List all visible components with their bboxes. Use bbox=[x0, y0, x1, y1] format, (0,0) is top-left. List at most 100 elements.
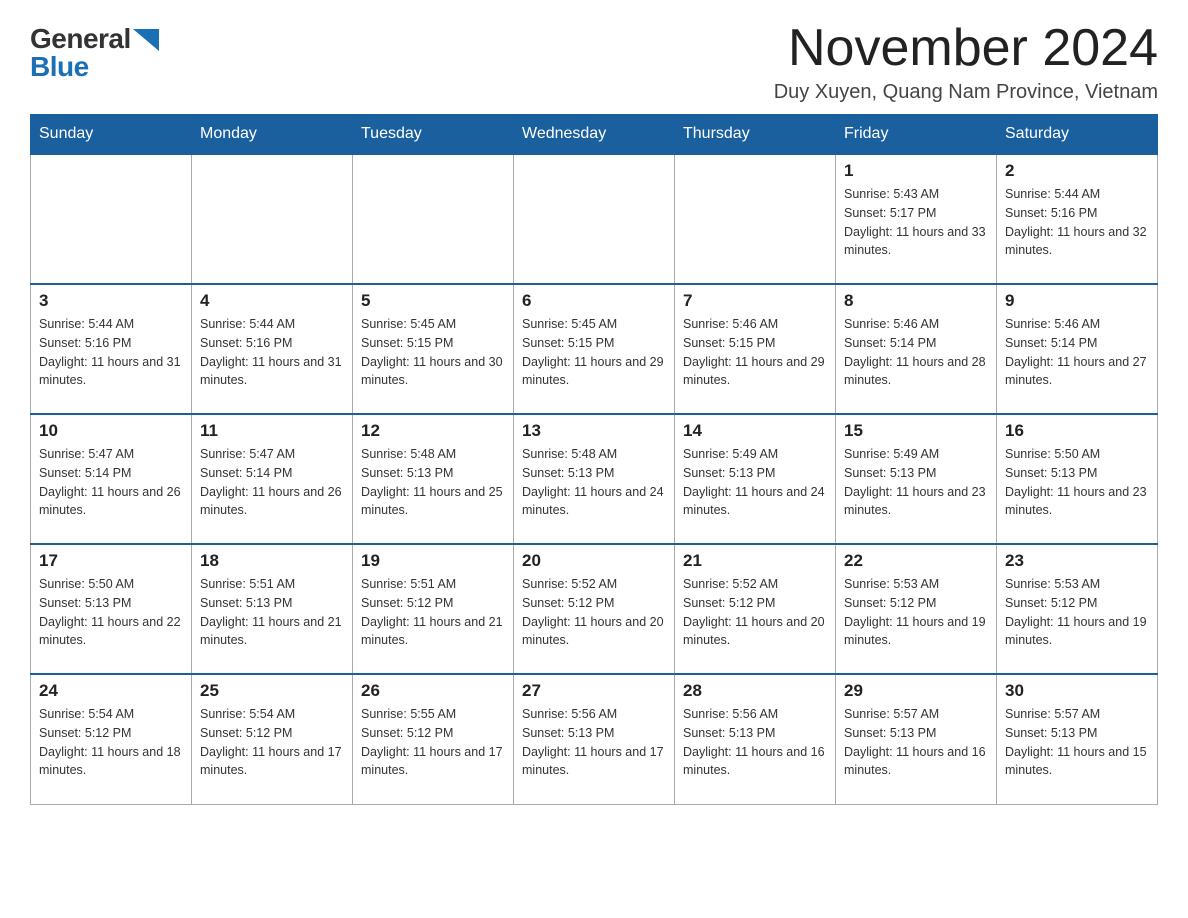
day-number: 1 bbox=[844, 161, 988, 181]
calendar-cell: 14 Sunrise: 5:49 AMSunset: 5:13 PMDayligh… bbox=[675, 414, 836, 544]
day-number: 6 bbox=[522, 291, 666, 311]
calendar-week-row: 24 Sunrise: 5:54 AMSunset: 5:12 PMDayligh… bbox=[31, 674, 1158, 804]
day-number: 23 bbox=[1005, 551, 1149, 571]
weekday-header-thursday: Thursday bbox=[675, 115, 836, 155]
day-info: Sunrise: 5:51 AMSunset: 5:13 PMDaylight:… bbox=[200, 575, 344, 650]
calendar-cell: 16 Sunrise: 5:50 AMSunset: 5:13 PMDayligh… bbox=[997, 414, 1158, 544]
calendar-cell: 27 Sunrise: 5:56 AMSunset: 5:13 PMDayligh… bbox=[514, 674, 675, 804]
calendar-cell: 8 Sunrise: 5:46 AMSunset: 5:14 PMDaylight… bbox=[836, 284, 997, 414]
day-info: Sunrise: 5:57 AMSunset: 5:13 PMDaylight:… bbox=[844, 705, 988, 780]
day-info: Sunrise: 5:55 AMSunset: 5:12 PMDaylight:… bbox=[361, 705, 505, 780]
calendar-table: SundayMondayTuesdayWednesdayThursdayFrid… bbox=[30, 114, 1158, 805]
location-text: Duy Xuyen, Quang Nam Province, Vietnam bbox=[774, 81, 1158, 104]
day-number: 20 bbox=[522, 551, 666, 571]
logo-general-text: General bbox=[30, 25, 131, 53]
day-info: Sunrise: 5:52 AMSunset: 5:12 PMDaylight:… bbox=[522, 575, 666, 650]
logo-flag-icon bbox=[133, 29, 159, 51]
day-info: Sunrise: 5:57 AMSunset: 5:13 PMDaylight:… bbox=[1005, 705, 1149, 780]
logo: General Blue bbox=[30, 20, 159, 81]
day-number: 21 bbox=[683, 551, 827, 571]
day-info: Sunrise: 5:44 AMSunset: 5:16 PMDaylight:… bbox=[1005, 185, 1149, 260]
day-number: 26 bbox=[361, 681, 505, 701]
day-number: 8 bbox=[844, 291, 988, 311]
day-number: 3 bbox=[39, 291, 183, 311]
calendar-cell: 4Sunrise: 5:44 AMSunset: 5:16 PMDaylight… bbox=[192, 284, 353, 414]
day-info: Sunrise: 5:53 AMSunset: 5:12 PMDaylight:… bbox=[1005, 575, 1149, 650]
day-number: 12 bbox=[361, 421, 505, 441]
day-info: Sunrise: 5:49 AMSunset: 5:13 PMDaylight:… bbox=[683, 445, 827, 520]
day-info: Sunrise: 5:46 AMSunset: 5:14 PMDaylight:… bbox=[1005, 315, 1149, 390]
month-title: November 2024 bbox=[774, 20, 1158, 77]
day-info: Sunrise: 5:47 AMSunset: 5:14 PMDaylight:… bbox=[200, 445, 344, 520]
weekday-header-sunday: Sunday bbox=[31, 115, 192, 155]
calendar-cell: 26 Sunrise: 5:55 AMSunset: 5:12 PMDayligh… bbox=[353, 674, 514, 804]
day-info: Sunrise: 5:46 AMSunset: 5:15 PMDaylight:… bbox=[683, 315, 827, 390]
day-number: 14 bbox=[683, 421, 827, 441]
day-info: Sunrise: 5:54 AMSunset: 5:12 PMDaylight:… bbox=[200, 705, 344, 780]
calendar-cell bbox=[675, 154, 836, 284]
calendar-cell: 21 Sunrise: 5:52 AMSunset: 5:12 PMDayligh… bbox=[675, 544, 836, 674]
calendar-cell: 11Sunrise: 5:47 AMSunset: 5:14 PMDayligh… bbox=[192, 414, 353, 544]
calendar-header-row: SundayMondayTuesdayWednesdayThursdayFrid… bbox=[31, 115, 1158, 155]
calendar-cell bbox=[192, 154, 353, 284]
day-number: 18 bbox=[200, 551, 344, 571]
day-info: Sunrise: 5:44 AMSunset: 5:16 PMDaylight:… bbox=[39, 315, 183, 390]
calendar-week-row: 10 Sunrise: 5:47 AMSunset: 5:14 PMDayligh… bbox=[31, 414, 1158, 544]
calendar-cell: 19 Sunrise: 5:51 AMSunset: 5:12 PMDayligh… bbox=[353, 544, 514, 674]
day-number: 30 bbox=[1005, 681, 1149, 701]
calendar-cell bbox=[514, 154, 675, 284]
day-number: 29 bbox=[844, 681, 988, 701]
calendar-cell: 20 Sunrise: 5:52 AMSunset: 5:12 PMDayligh… bbox=[514, 544, 675, 674]
day-info: Sunrise: 5:48 AMSunset: 5:13 PMDaylight:… bbox=[361, 445, 505, 520]
calendar-cell: 23 Sunrise: 5:53 AMSunset: 5:12 PMDayligh… bbox=[997, 544, 1158, 674]
calendar-cell: 1 Sunrise: 5:43 AMSunset: 5:17 PMDaylight… bbox=[836, 154, 997, 284]
day-info: Sunrise: 5:53 AMSunset: 5:12 PMDaylight:… bbox=[844, 575, 988, 650]
day-info: Sunrise: 5:45 AMSunset: 5:15 PMDaylight:… bbox=[522, 315, 666, 390]
calendar-cell: 3 Sunrise: 5:44 AMSunset: 5:16 PMDaylight… bbox=[31, 284, 192, 414]
day-info: Sunrise: 5:56 AMSunset: 5:13 PMDaylight:… bbox=[522, 705, 666, 780]
day-number: 27 bbox=[522, 681, 666, 701]
weekday-header-tuesday: Tuesday bbox=[353, 115, 514, 155]
calendar-cell: 28 Sunrise: 5:56 AMSunset: 5:13 PMDayligh… bbox=[675, 674, 836, 804]
day-number: 15 bbox=[844, 421, 988, 441]
calendar-cell: 18 Sunrise: 5:51 AMSunset: 5:13 PMDayligh… bbox=[192, 544, 353, 674]
day-number: 13 bbox=[522, 421, 666, 441]
weekday-header-saturday: Saturday bbox=[997, 115, 1158, 155]
calendar-cell bbox=[353, 154, 514, 284]
day-info: Sunrise: 5:46 AMSunset: 5:14 PMDaylight:… bbox=[844, 315, 988, 390]
calendar-cell: 5 Sunrise: 5:45 AMSunset: 5:15 PMDaylight… bbox=[353, 284, 514, 414]
day-number: 22 bbox=[844, 551, 988, 571]
calendar-cell: 6 Sunrise: 5:45 AMSunset: 5:15 PMDaylight… bbox=[514, 284, 675, 414]
day-info: Sunrise: 5:51 AMSunset: 5:12 PMDaylight:… bbox=[361, 575, 505, 650]
calendar-cell: 17 Sunrise: 5:50 AMSunset: 5:13 PMDayligh… bbox=[31, 544, 192, 674]
day-number: 16 bbox=[1005, 421, 1149, 441]
calendar-cell: 7 Sunrise: 5:46 AMSunset: 5:15 PMDaylight… bbox=[675, 284, 836, 414]
weekday-header-monday: Monday bbox=[192, 115, 353, 155]
weekday-header-friday: Friday bbox=[836, 115, 997, 155]
day-number: 24 bbox=[39, 681, 183, 701]
calendar-cell: 30 Sunrise: 5:57 AMSunset: 5:13 PMDayligh… bbox=[997, 674, 1158, 804]
day-number: 28 bbox=[683, 681, 827, 701]
day-info: Sunrise: 5:49 AMSunset: 5:13 PMDaylight:… bbox=[844, 445, 988, 520]
title-section: November 2024 Duy Xuyen, Quang Nam Provi… bbox=[774, 20, 1158, 104]
day-info: Sunrise: 5:45 AMSunset: 5:15 PMDaylight:… bbox=[361, 315, 505, 390]
day-info: Sunrise: 5:43 AMSunset: 5:17 PMDaylight:… bbox=[844, 185, 988, 260]
weekday-header-wednesday: Wednesday bbox=[514, 115, 675, 155]
day-info: Sunrise: 5:54 AMSunset: 5:12 PMDaylight:… bbox=[39, 705, 183, 780]
day-number: 10 bbox=[39, 421, 183, 441]
day-info: Sunrise: 5:44 AMSunset: 5:16 PMDaylight:… bbox=[200, 315, 344, 390]
page-header: General Blue November 2024 Duy Xuyen, Qu… bbox=[30, 20, 1158, 104]
calendar-cell: 29 Sunrise: 5:57 AMSunset: 5:13 PMDayligh… bbox=[836, 674, 997, 804]
calendar-cell: 10Sunrise: 5:47 AMSunset: 5:14 PMDayligh… bbox=[31, 414, 192, 544]
calendar-cell: 25Sunrise: 5:54 AMSunset: 5:12 PMDayligh… bbox=[192, 674, 353, 804]
day-info: Sunrise: 5:52 AMSunset: 5:12 PMDaylight:… bbox=[683, 575, 827, 650]
day-number: 5 bbox=[361, 291, 505, 311]
day-info: Sunrise: 5:50 AMSunset: 5:13 PMDaylight:… bbox=[1005, 445, 1149, 520]
calendar-cell: 15 Sunrise: 5:49 AMSunset: 5:13 PMDayligh… bbox=[836, 414, 997, 544]
day-info: Sunrise: 5:56 AMSunset: 5:13 PMDaylight:… bbox=[683, 705, 827, 780]
day-number: 17 bbox=[39, 551, 183, 571]
day-number: 19 bbox=[361, 551, 505, 571]
logo-blue-text: Blue bbox=[30, 53, 89, 81]
day-info: Sunrise: 5:50 AMSunset: 5:13 PMDaylight:… bbox=[39, 575, 183, 650]
day-number: 7 bbox=[683, 291, 827, 311]
